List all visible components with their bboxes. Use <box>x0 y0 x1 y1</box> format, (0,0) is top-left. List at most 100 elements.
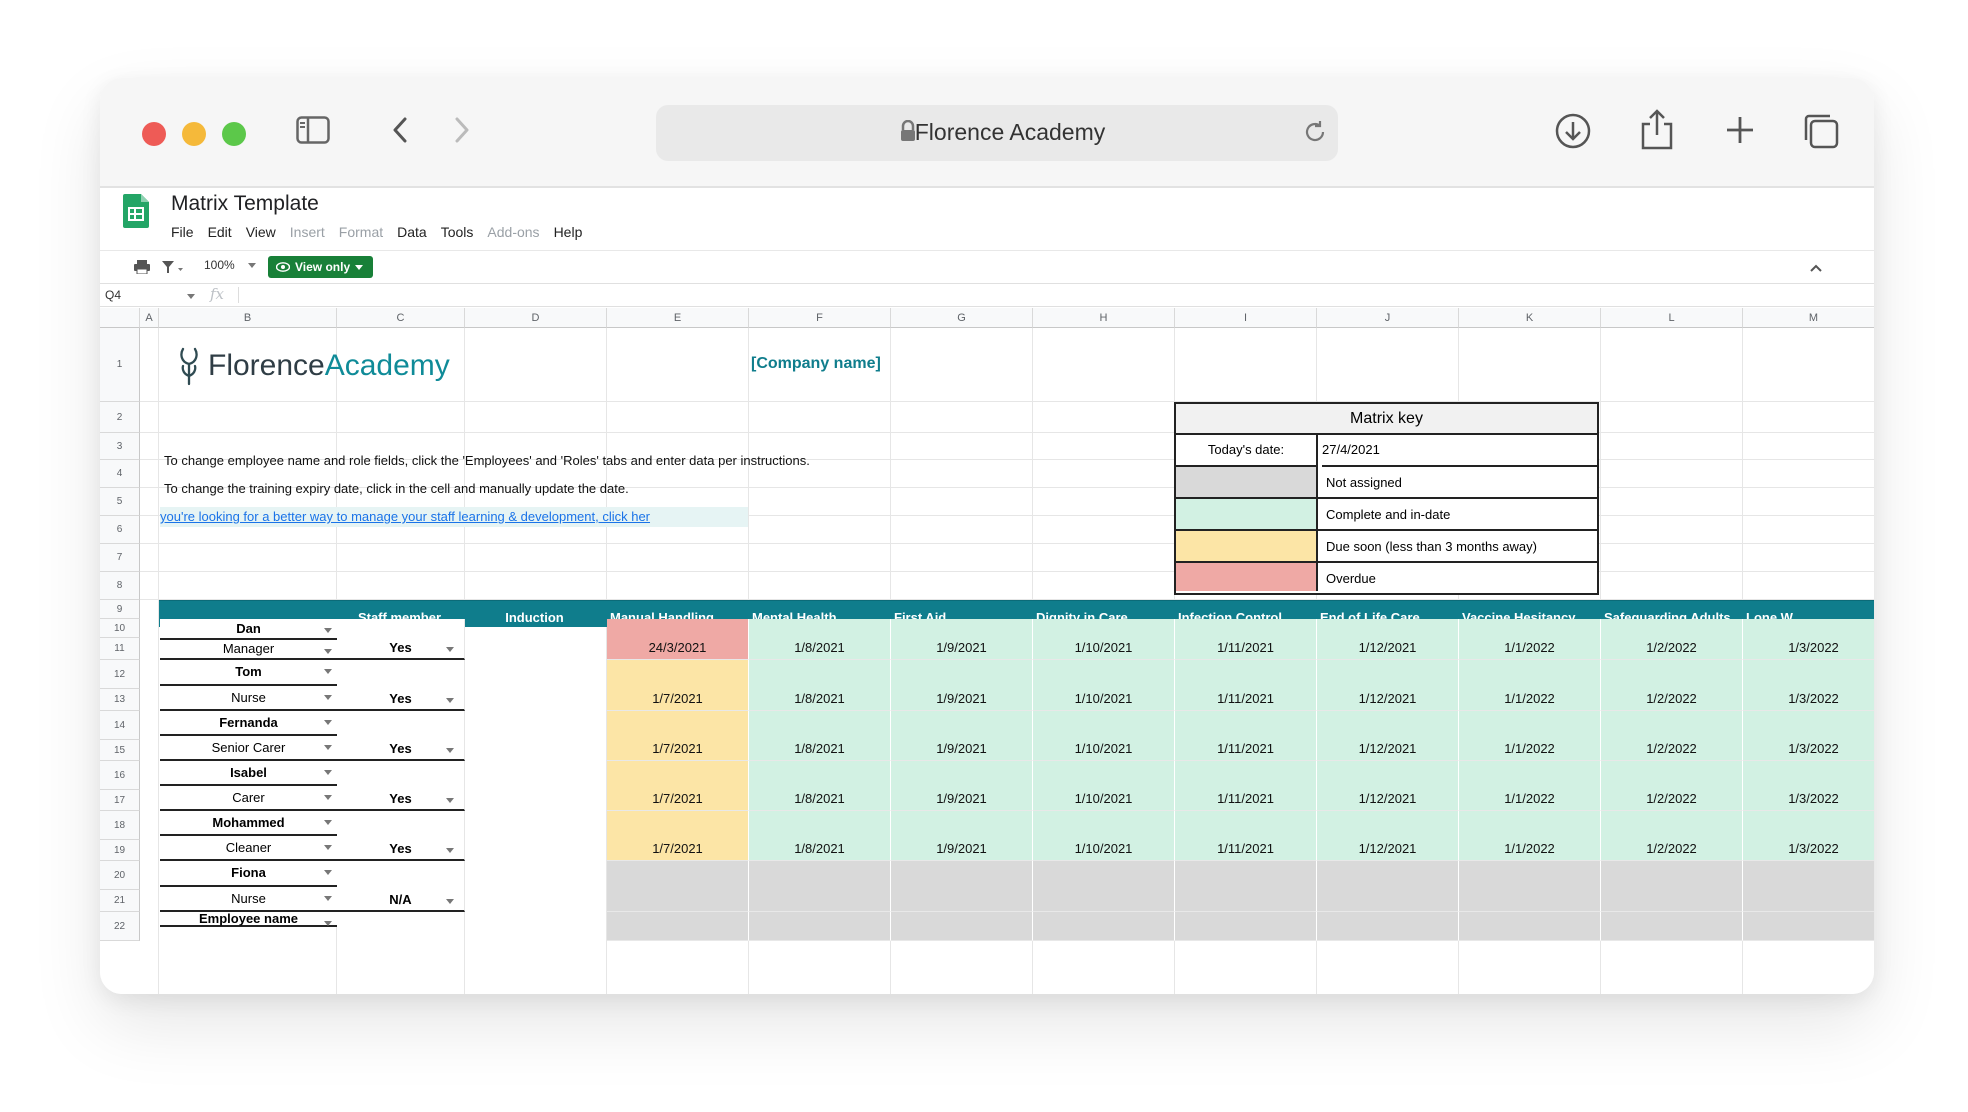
staff-role-cell[interactable]: Cleaner <box>160 836 337 861</box>
induction-dropdown-icon[interactable] <box>446 899 454 904</box>
training-cell[interactable]: 1/12/2021 <box>1317 761 1459 811</box>
training-cell[interactable]: 1/8/2021 <box>749 660 891 711</box>
zoom-dropdown-icon[interactable] <box>248 263 256 268</box>
row-header[interactable]: 3 <box>100 433 140 460</box>
training-cell[interactable]: 1/7/2021 <box>607 761 749 811</box>
role-dropdown-icon[interactable] <box>324 695 332 700</box>
row-header[interactable]: 12 <box>100 660 140 689</box>
column-header[interactable]: L <box>1601 308 1743 328</box>
menu-edit[interactable]: Edit <box>208 224 232 240</box>
staff-role-cell[interactable]: Manager <box>160 640 337 660</box>
training-cell[interactable]: 1/2/2022 <box>1601 660 1743 711</box>
training-cell[interactable]: 1/12/2021 <box>1317 619 1459 660</box>
training-cell[interactable]: 1/10/2021 <box>1033 761 1175 811</box>
column-header[interactable]: M <box>1743 308 1874 328</box>
staff-role-cell[interactable]: Nurse <box>160 686 337 711</box>
staff-name-cell[interactable]: Isabel <box>160 761 337 786</box>
training-cell[interactable]: 1/2/2022 <box>1601 711 1743 761</box>
training-cell[interactable]: 1/7/2021 <box>607 811 749 861</box>
training-cell[interactable]: 1/7/2021 <box>607 711 749 761</box>
training-cell[interactable]: 1/7/2021 <box>607 660 749 711</box>
training-cell[interactable] <box>1317 861 1459 912</box>
training-cell[interactable]: 1/1/2022 <box>1459 660 1601 711</box>
staff-name-cell[interactable]: Employee name <box>160 912 337 927</box>
menu-file[interactable]: File <box>171 224 194 240</box>
address-bar[interactable]: Florence Academy <box>656 105 1338 161</box>
training-cell[interactable]: 1/9/2021 <box>891 761 1033 811</box>
name-dropdown-icon[interactable] <box>324 770 332 775</box>
training-cell[interactable] <box>749 912 891 941</box>
staff-name-cell[interactable]: Mohammed <box>160 811 337 836</box>
training-cell[interactable] <box>1033 861 1175 912</box>
collapse-toolbar-icon[interactable] <box>1810 260 1822 278</box>
row-header[interactable]: 21 <box>100 890 140 912</box>
training-cell[interactable]: 1/2/2022 <box>1601 811 1743 861</box>
filter-icon[interactable] <box>162 260 184 279</box>
training-cell[interactable] <box>1601 912 1743 941</box>
view-only-button[interactable]: View only <box>268 256 374 278</box>
staff-role-cell[interactable]: Carer <box>160 786 337 811</box>
row-header[interactable]: 2 <box>100 402 140 433</box>
download-icon[interactable] <box>1554 112 1592 150</box>
training-cell[interactable]: 1/3/2022 <box>1743 811 1874 861</box>
column-header[interactable]: G <box>891 308 1033 328</box>
row-header[interactable]: 15 <box>100 740 140 761</box>
training-cell[interactable]: 1/1/2022 <box>1459 619 1601 660</box>
back-icon[interactable] <box>390 116 410 144</box>
minimize-window-button[interactable] <box>182 122 206 146</box>
training-cell[interactable]: 1/9/2021 <box>891 619 1033 660</box>
training-cell[interactable]: 1/8/2021 <box>749 811 891 861</box>
training-cell[interactable] <box>1601 861 1743 912</box>
training-cell[interactable]: 1/3/2022 <box>1743 761 1874 811</box>
staff-role-cell[interactable]: Nurse <box>160 887 337 912</box>
zoom-window-button[interactable] <box>222 122 246 146</box>
new-tab-icon[interactable] <box>1724 114 1756 146</box>
name-box-dropdown-icon[interactable] <box>187 294 195 299</box>
row-header[interactable]: 5 <box>100 488 140 516</box>
induction-cell[interactable]: Yes <box>337 660 465 711</box>
column-header[interactable]: K <box>1459 308 1601 328</box>
training-cell[interactable]: 1/9/2021 <box>891 660 1033 711</box>
training-cell[interactable]: 1/11/2021 <box>1175 761 1317 811</box>
column-header[interactable]: I <box>1175 308 1317 328</box>
training-cell[interactable] <box>607 861 749 912</box>
menu-view[interactable]: View <box>246 224 276 240</box>
column-header[interactable]: A <box>140 308 159 328</box>
training-cell[interactable]: 1/8/2021 <box>749 619 891 660</box>
training-cell[interactable]: 1/8/2021 <box>749 711 891 761</box>
name-dropdown-icon[interactable] <box>324 669 332 674</box>
training-cell[interactable]: 1/2/2022 <box>1601 619 1743 660</box>
row-header[interactable]: 13 <box>100 689 140 711</box>
column-header[interactable]: C <box>337 308 465 328</box>
row-header[interactable]: 10 <box>100 619 140 638</box>
training-cell[interactable]: 1/3/2022 <box>1743 619 1874 660</box>
sheet-grid[interactable]: A B C D E F G H I J K L M 1 2 3 4 5 6 7 8 9 10 11 12 13 14 15 16 17 18… <box>100 308 1874 994</box>
column-header[interactable]: J <box>1317 308 1459 328</box>
learning-link[interactable]: you're looking for a better way to manag… <box>160 507 748 527</box>
training-cell[interactable] <box>1459 912 1601 941</box>
training-cell[interactable] <box>1175 861 1317 912</box>
column-header[interactable]: D <box>465 308 607 328</box>
training-cell[interactable] <box>1459 861 1601 912</box>
induction-dropdown-icon[interactable] <box>446 848 454 853</box>
training-cell[interactable]: 1/10/2021 <box>1033 660 1175 711</box>
row-header[interactable]: 1 <box>100 328 140 402</box>
training-cell[interactable]: 1/12/2021 <box>1317 711 1459 761</box>
staff-name-cell[interactable]: Fiona <box>160 861 337 887</box>
row-header[interactable]: 8 <box>100 572 140 600</box>
row-header[interactable]: 14 <box>100 711 140 740</box>
menu-help[interactable]: Help <box>554 224 583 240</box>
row-header[interactable]: 16 <box>100 761 140 790</box>
print-icon[interactable] <box>134 260 150 279</box>
training-cell[interactable]: 1/1/2022 <box>1459 761 1601 811</box>
share-icon[interactable] <box>1640 108 1674 150</box>
name-dropdown-icon[interactable] <box>324 720 332 725</box>
row-header[interactable]: 19 <box>100 840 140 861</box>
training-cell[interactable]: 1/11/2021 <box>1175 811 1317 861</box>
row-header[interactable]: 9 <box>100 600 140 619</box>
column-header[interactable]: F <box>749 308 891 328</box>
row-header[interactable]: 11 <box>100 638 140 660</box>
row-header[interactable]: 6 <box>100 516 140 544</box>
tabs-overview-icon[interactable] <box>1802 112 1840 150</box>
forward-icon[interactable] <box>452 116 472 144</box>
